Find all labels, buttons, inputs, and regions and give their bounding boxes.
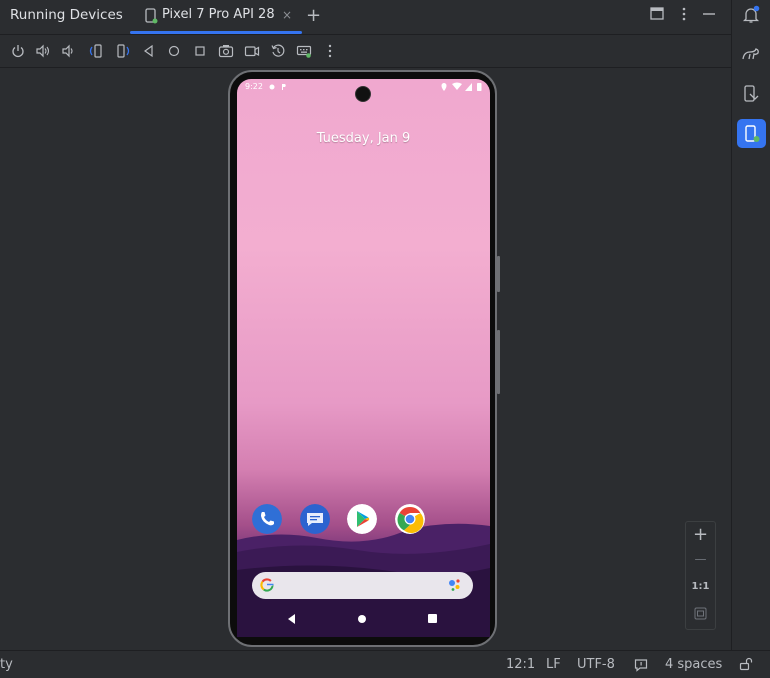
caret-position[interactable]: 12:1 <box>506 657 535 672</box>
minimize-icon[interactable] <box>701 6 717 22</box>
overview-icon[interactable] <box>192 43 208 59</box>
volume-up-icon[interactable] <box>35 43 51 59</box>
comment-icon[interactable] <box>634 658 648 672</box>
power-icon[interactable] <box>10 43 26 59</box>
zoom-controls: + — 1:1 <box>685 521 716 630</box>
screenshot-icon[interactable] <box>218 43 234 59</box>
status-bar: ty 12:1 LF UTF-8 4 spaces <box>0 650 770 678</box>
file-encoding[interactable]: UTF-8 <box>577 657 615 672</box>
unlock-icon[interactable] <box>739 657 753 671</box>
device-toolbar <box>0 35 731 68</box>
panel-title: Running Devices <box>10 7 123 23</box>
indent-setting[interactable]: 4 spaces <box>665 657 722 672</box>
gradle-icon[interactable] <box>741 44 761 64</box>
device-manager-icon[interactable] <box>741 84 761 104</box>
volume-down-icon[interactable] <box>61 43 77 59</box>
zoom-out-button[interactable]: — <box>686 552 715 566</box>
back-icon[interactable] <box>141 43 157 59</box>
running-devices-rail-button[interactable] <box>737 119 766 148</box>
zoom-in-button[interactable]: + <box>686 524 715 545</box>
status-time: 9:22 <box>245 82 263 91</box>
google-search-bar[interactable] <box>252 572 473 599</box>
status-notification-icons <box>269 84 286 90</box>
rotate-left-icon[interactable] <box>88 43 104 59</box>
maximize-panel-icon[interactable] <box>649 6 665 22</box>
phone-app-icon[interactable] <box>252 504 282 534</box>
home-icon[interactable] <box>166 43 182 59</box>
lockscreen-date: Tuesday, Jan 9 <box>316 131 411 146</box>
status-left-text: ty <box>0 657 13 672</box>
close-tab-icon[interactable]: × <box>282 8 292 22</box>
chrome-app-icon[interactable] <box>395 504 425 534</box>
phone-power-button <box>497 330 500 394</box>
reset-icon[interactable] <box>270 43 286 59</box>
device-icon <box>145 8 158 24</box>
line-separator[interactable]: LF <box>546 657 561 672</box>
more-options-icon[interactable] <box>322 43 338 59</box>
tab-pixel-7-pro[interactable]: Pixel 7 Pro API 28 × <box>130 0 302 34</box>
active-tab-indicator <box>130 31 302 34</box>
zoom-fit-icon[interactable] <box>694 607 707 620</box>
zoom-actual-size-button[interactable]: 1:1 <box>686 581 715 592</box>
keyboard-icon[interactable] <box>296 43 312 59</box>
android-recents-button[interactable] <box>428 614 437 623</box>
notifications-icon[interactable] <box>741 5 761 25</box>
android-home-button[interactable] <box>358 615 366 623</box>
status-system-icons <box>441 82 482 91</box>
add-tab-button[interactable]: + <box>306 5 321 26</box>
google-assistant-icon[interactable] <box>448 578 462 592</box>
google-logo-icon <box>260 578 274 592</box>
android-back-button[interactable] <box>286 613 298 625</box>
phone-volume-button <box>497 256 500 292</box>
messages-app-icon[interactable] <box>300 504 330 534</box>
tab-label: Pixel 7 Pro API 28 <box>162 7 275 22</box>
screen-record-icon[interactable] <box>244 43 260 59</box>
play-store-app-icon[interactable] <box>347 504 377 534</box>
more-options-icon[interactable] <box>676 6 692 22</box>
running-devices-icon <box>745 125 760 142</box>
rotate-right-icon[interactable] <box>115 43 131 59</box>
right-tool-rail <box>731 0 770 650</box>
front-camera <box>355 86 371 102</box>
